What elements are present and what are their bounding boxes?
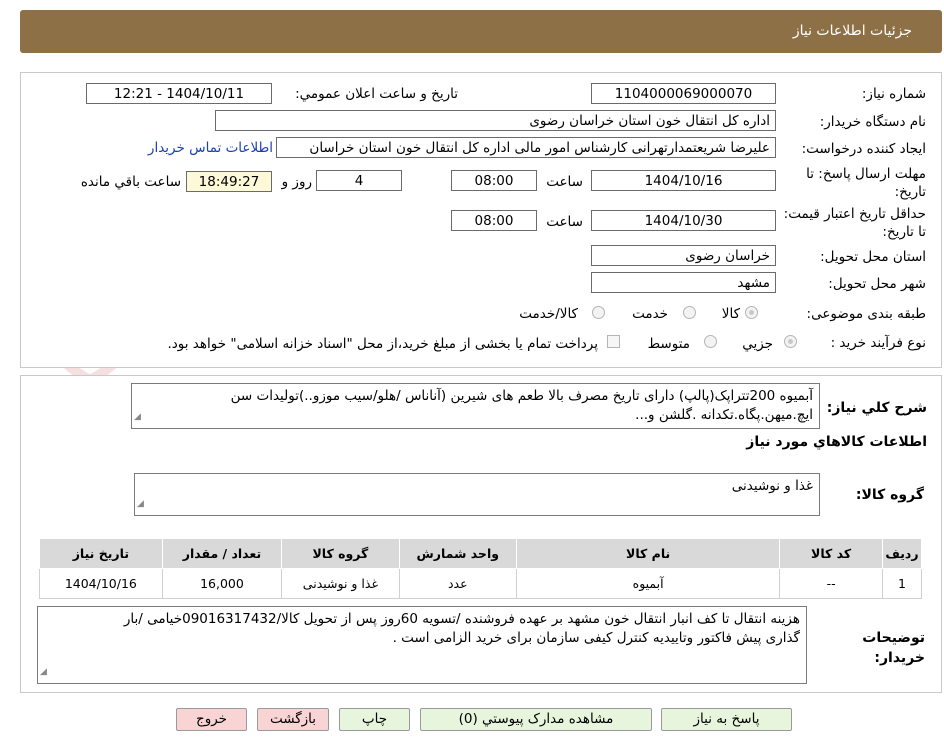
- category-option-goods-service: کالا/خدمت: [519, 306, 578, 322]
- buyer-org-field: اداره کل انتقال خون استان خراسان رضوی: [215, 110, 776, 131]
- col-name: نام کالا: [515, 538, 781, 569]
- send-deadline-date: 1404/10/16: [591, 170, 776, 191]
- category-option-service: خدمت: [632, 306, 668, 322]
- process-radio-minor[interactable]: [784, 335, 797, 348]
- page-title: جزئیات اطلاعات نیاز: [792, 23, 912, 39]
- cell-quantity: 16,000: [161, 568, 283, 599]
- send-deadline-label: مهلت ارسال پاسخ: تا تاریخ:: [776, 165, 926, 201]
- requester-label: ایجاد کننده درخواست:: [801, 141, 926, 157]
- delivery-city-label: شهر محل تحویل:: [828, 276, 926, 292]
- description-line-2: ایچ.میهن.پگاه.تکدانه .گلشن و...: [635, 407, 813, 423]
- col-quantity: تعداد / مقدار: [161, 538, 283, 569]
- category-label: طبقه بندی موضوعی:: [806, 306, 926, 322]
- need-number-label: شماره نیاز:: [861, 86, 926, 102]
- page-header: جزئیات اطلاعات نیاز: [20, 10, 942, 53]
- treasury-payment-checkbox[interactable]: [607, 335, 620, 348]
- goods-group-field: غذا و نوشیدنی ◢: [134, 473, 820, 516]
- col-date: تاریخ نیاز: [39, 538, 163, 569]
- col-unit: واحد شمارش: [398, 538, 517, 569]
- cell-unit: عدد: [398, 568, 517, 599]
- col-code: کد کالا: [779, 538, 883, 569]
- days-remaining-field: 4: [316, 170, 402, 191]
- category-radio-service[interactable]: [683, 306, 696, 319]
- goods-table: ردیف کد کالا نام کالا واحد شمارش گروه کا…: [39, 538, 923, 599]
- goods-section-title: اطلاعات کالاهاي مورد نیاز: [746, 434, 927, 450]
- buyer-notes-textarea[interactable]: هزینه انتقال تا کف انبار انتقال خون مشهد…: [37, 606, 807, 684]
- buyer-notes-label-text: توضیحات خریدار:: [862, 630, 925, 666]
- col-row: ردیف: [881, 538, 923, 569]
- reply-button[interactable]: پاسخ به نیاز: [661, 708, 792, 731]
- resize-grip-icon: ◢: [137, 499, 144, 509]
- buyer-notes-line-2: گذاری پیش فاکتور وتاییدیه کنترل کیفی ساز…: [392, 630, 800, 646]
- table-row: 1 -- آبمیوه عدد غذا و نوشیدنی 16,000 140…: [39, 568, 923, 599]
- cell-code: --: [779, 568, 883, 599]
- time-remaining-label: ساعت باقي مانده: [80, 174, 181, 190]
- print-button[interactable]: چاپ: [339, 708, 410, 731]
- process-radio-medium[interactable]: [704, 335, 717, 348]
- process-type-label: نوع فرآیند خرید :: [830, 335, 926, 351]
- cell-row: 1: [881, 568, 923, 599]
- cell-name: آبمیوه: [515, 568, 781, 599]
- buyer-org-label: نام دستگاه خریدار:: [819, 114, 926, 130]
- buyer-notes-label: توضیحات خریدار:: [845, 628, 925, 668]
- send-deadline-label-text: مهلت ارسال پاسخ: تا تاریخ:: [806, 166, 926, 200]
- back-button[interactable]: بازگشت: [257, 708, 329, 731]
- description-textarea[interactable]: آبمیوه 200تتراپک(پالپ) دارای تاریخ مصرف …: [131, 383, 820, 429]
- category-radio-goods[interactable]: [745, 306, 758, 319]
- delivery-city-field: مشهد: [591, 272, 776, 293]
- attachments-button[interactable]: مشاهده مدارک پیوستي (0): [420, 708, 652, 731]
- goods-group-label: گروه کالا:: [855, 487, 924, 503]
- delivery-province-field: خراسان رضوی: [591, 245, 776, 266]
- goods-table-header: ردیف کد کالا نام کالا واحد شمارش گروه کا…: [39, 538, 923, 569]
- days-label: روز و: [281, 174, 312, 190]
- announce-datetime-field: 1404/10/11 - 12:21: [86, 83, 272, 104]
- resize-grip-icon[interactable]: ◢: [134, 408, 141, 427]
- resize-grip-icon[interactable]: ◢: [40, 663, 47, 682]
- process-option-medium: متوسط: [647, 336, 690, 352]
- price-validity-label-text: حداقل تاریخ اعتبار قیمت: تا تاریخ:: [783, 206, 926, 240]
- price-validity-date: 1404/10/30: [591, 210, 776, 231]
- price-validity-time-label: ساعت: [546, 214, 583, 230]
- exit-button[interactable]: خروج: [176, 708, 247, 731]
- send-deadline-time: 08:00: [451, 170, 537, 191]
- buyer-contact-link[interactable]: اطلاعات تماس خریدار: [148, 140, 273, 156]
- description-line-1: آبمیوه 200تتراپک(پالپ) دارای تاریخ مصرف …: [230, 388, 813, 404]
- price-validity-label: حداقل تاریخ اعتبار قیمت: تا تاریخ:: [776, 205, 926, 241]
- category-radio-goods-service[interactable]: [592, 306, 605, 319]
- goods-group-value: غذا و نوشیدنی: [731, 478, 813, 494]
- cell-date: 1404/10/16: [39, 568, 163, 599]
- need-number-field: 1104000069000070: [591, 83, 776, 104]
- category-option-goods: کالا: [721, 306, 740, 322]
- description-label: شرح کلي نیاز:: [826, 400, 927, 416]
- col-group: گروه کالا: [281, 538, 400, 569]
- send-deadline-time-label: ساعت: [546, 174, 583, 190]
- requester-field: علیرضا شریعتمدارتهرانی کارشناس امور مالی…: [276, 137, 776, 158]
- price-validity-time: 08:00: [451, 210, 537, 231]
- cell-group: غذا و نوشیدنی: [281, 568, 400, 599]
- delivery-province-label: استان محل تحویل:: [820, 249, 926, 265]
- time-remaining-field: 18:49:27: [186, 171, 272, 192]
- treasury-payment-note: پرداخت تمام یا بخشی از مبلغ خرید،از محل …: [167, 336, 598, 352]
- buyer-notes-line-1: هزینه انتقال تا کف انبار انتقال خون مشهد…: [123, 611, 800, 627]
- process-option-minor: جزیي: [742, 336, 773, 352]
- announce-datetime-label: تاریخ و ساعت اعلان عمومي:: [295, 86, 458, 102]
